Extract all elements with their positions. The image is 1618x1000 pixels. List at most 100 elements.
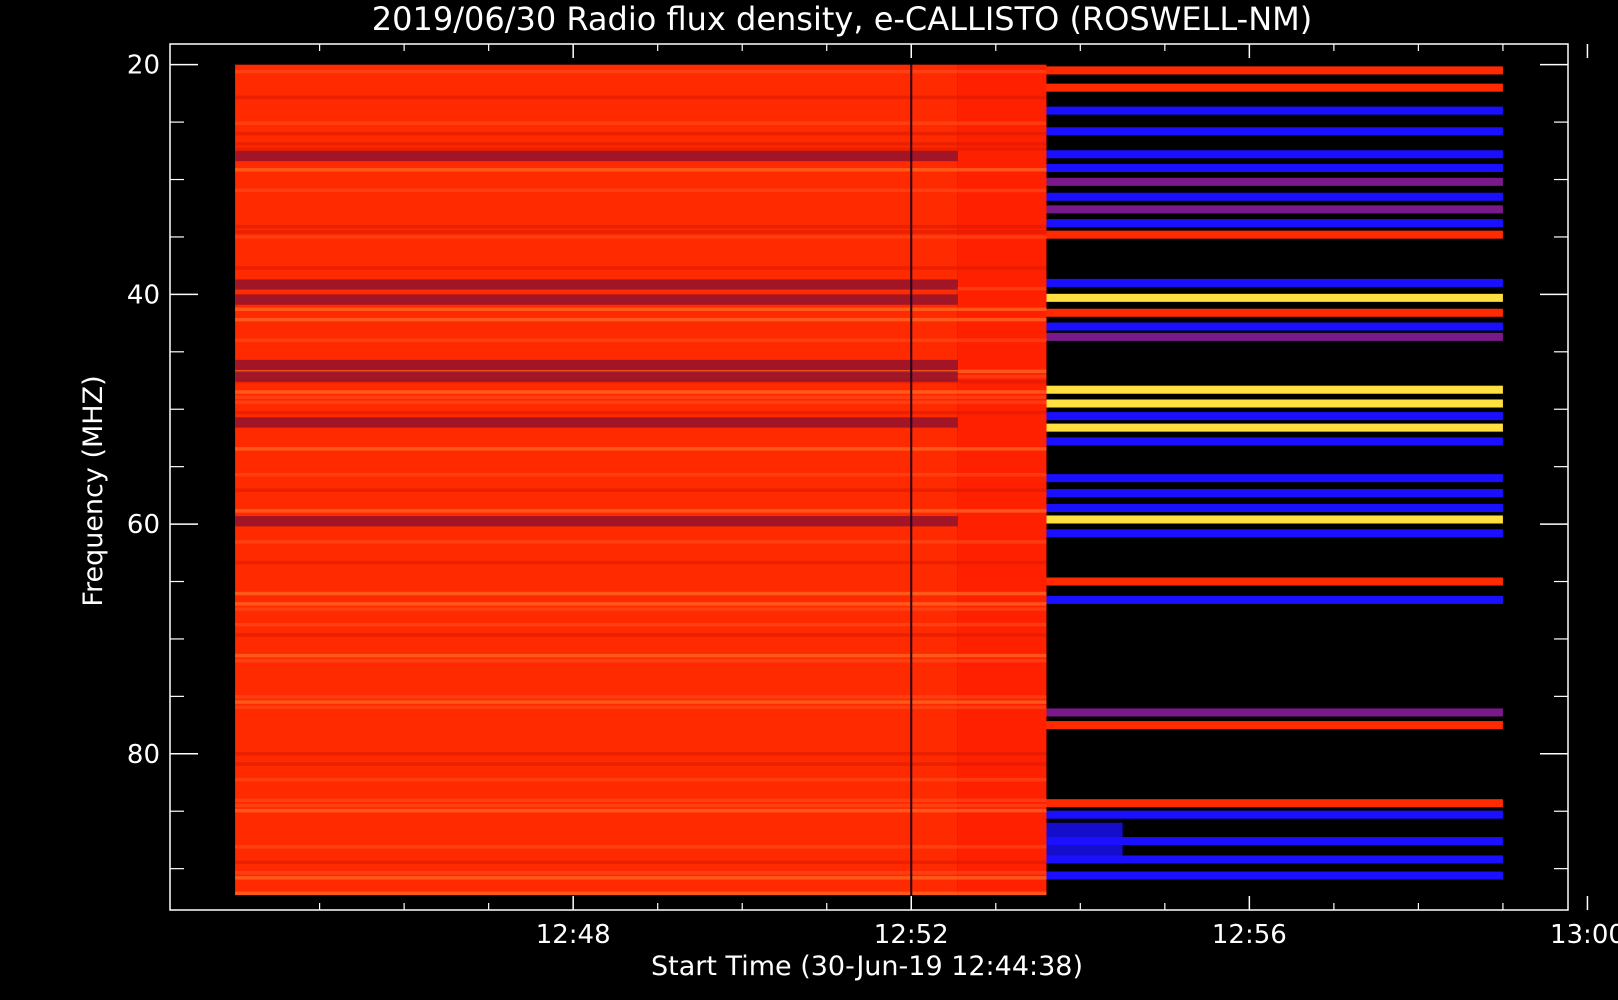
- heatmap-dark-band: [235, 516, 958, 527]
- heatmap-streak: [235, 95, 1047, 100]
- persistent-line: [1046, 164, 1503, 173]
- persistent-line: [1046, 332, 1503, 341]
- heatmap-dark-band: [235, 294, 958, 305]
- heatmap-streak: [235, 395, 1047, 399]
- heatmap-streak: [235, 235, 1047, 239]
- heatmap-streak: [235, 540, 1047, 544]
- persistent-line: [1046, 106, 1503, 115]
- persistent-line: [1046, 278, 1503, 287]
- heatmap-streak: [235, 142, 1047, 146]
- heatmap-streak: [235, 607, 1047, 611]
- heatmap-streak: [235, 509, 1047, 513]
- heatmap-dark-band: [235, 150, 958, 162]
- heatmap-streak: [235, 307, 1047, 312]
- heatmap-dark-band: [235, 279, 958, 290]
- heatmap-streak: [235, 147, 1047, 151]
- heatmap-streak: [235, 700, 1047, 704]
- persistent-line: [1046, 127, 1503, 136]
- persistent-line: [1046, 230, 1503, 239]
- heatmap-streak: [235, 472, 1047, 477]
- spectrogram-chart: 2019/06/30 Radio flux density, e-CALLIST…: [0, 0, 1618, 1000]
- heatmap-dark-band: [235, 359, 958, 371]
- heatmap-streak: [235, 168, 1047, 172]
- persistent-line: [1046, 515, 1503, 524]
- heatmap-streak: [235, 390, 1047, 394]
- heatmap-dark-band: [235, 417, 958, 428]
- heatmap-streak: [235, 266, 1047, 270]
- y-axis-label: Frequency (MHZ): [78, 375, 109, 606]
- heatmap-streak: [235, 410, 1047, 415]
- x-tick-label: 13:00: [1550, 920, 1618, 950]
- persistent-line: [1046, 322, 1503, 331]
- heatmap-streak: [235, 230, 1047, 234]
- heatmap-streak: [235, 891, 1047, 896]
- persistent-line: [1046, 423, 1503, 432]
- heatmap-streak: [235, 803, 1047, 808]
- y-tick-label: 80: [127, 740, 160, 770]
- heatmap-streak: [235, 860, 1047, 865]
- y-tick-label: 40: [127, 280, 160, 310]
- persistent-line: [1046, 293, 1503, 302]
- heatmap-streak: [235, 560, 1047, 565]
- heatmap-streak: [235, 188, 1047, 193]
- persistent-line: [1046, 721, 1503, 730]
- persistent-line: [1046, 385, 1503, 394]
- heatmap-streak: [235, 762, 1047, 766]
- persistent-line: [1046, 810, 1503, 819]
- heatmap-image: [235, 64, 1503, 896]
- heatmap-streak: [235, 870, 1047, 875]
- heatmap-streak: [235, 317, 1047, 322]
- heatmap-streak: [235, 338, 1047, 343]
- persistent-line: [1046, 177, 1503, 186]
- heatmap-streak: [235, 808, 1047, 813]
- heatmap-streak: [235, 798, 1047, 803]
- persistent-line: [1046, 412, 1503, 421]
- heatmap-streak: [235, 659, 1047, 663]
- heatmap-streak: [235, 752, 1047, 756]
- heatmap-streak: [235, 447, 1047, 451]
- persistent-line: [1046, 577, 1503, 586]
- persistent-line: [1046, 83, 1503, 92]
- x-axis-label: Start Time (30-Jun-19 12:44:38): [651, 951, 1083, 982]
- heatmap-streak: [235, 602, 1047, 606]
- y-tick-label: 20: [127, 51, 160, 81]
- heatmap-streak: [235, 777, 1047, 782]
- persistent-line: [1046, 871, 1503, 880]
- persistent-line: [1046, 489, 1503, 498]
- heatmap-streak: [235, 121, 1047, 125]
- x-tick-label: 12:52: [874, 920, 949, 950]
- persistent-line: [1046, 66, 1503, 75]
- chart-title: 2019/06/30 Radio flux density, e-CALLIST…: [372, 0, 1312, 38]
- x-tick-label: 12:48: [536, 920, 611, 950]
- heatmap-streak: [235, 131, 1047, 136]
- heatmap-streak: [235, 845, 1047, 849]
- heatmap-streak: [235, 400, 1047, 405]
- heatmap-streak: [235, 633, 1047, 637]
- heatmap-dark-band: [235, 371, 958, 382]
- persistent-line: [1046, 219, 1503, 228]
- persistent-line: [1046, 595, 1503, 604]
- persistent-line: [1046, 399, 1503, 408]
- persistent-line: [1046, 437, 1503, 446]
- x-tick-label: 12:56: [1212, 920, 1287, 950]
- heatmap-streak: [235, 622, 1047, 627]
- y-tick-label: 60: [127, 510, 160, 540]
- persistent-line: [1046, 205, 1503, 214]
- heatmap-streak: [235, 695, 1047, 699]
- persistent-line: [1046, 192, 1503, 201]
- heatmap-streak: [235, 876, 1047, 880]
- persistent-line: [1046, 708, 1503, 717]
- heatmap-streak: [235, 69, 1047, 74]
- heatmap-streak: [235, 224, 1047, 229]
- persistent-line: [1046, 150, 1503, 159]
- persistent-line: [1046, 529, 1503, 538]
- heatmap-streak: [235, 705, 1047, 710]
- persistent-line: [1046, 474, 1503, 483]
- heatmap-blob: [1046, 822, 1123, 858]
- heatmap-streak: [235, 591, 1047, 596]
- persistent-line: [1046, 308, 1503, 317]
- heatmap-streak: [235, 653, 1047, 658]
- persistent-line: [1046, 799, 1503, 808]
- heatmap-streak: [235, 488, 1047, 492]
- persistent-line: [1046, 503, 1503, 513]
